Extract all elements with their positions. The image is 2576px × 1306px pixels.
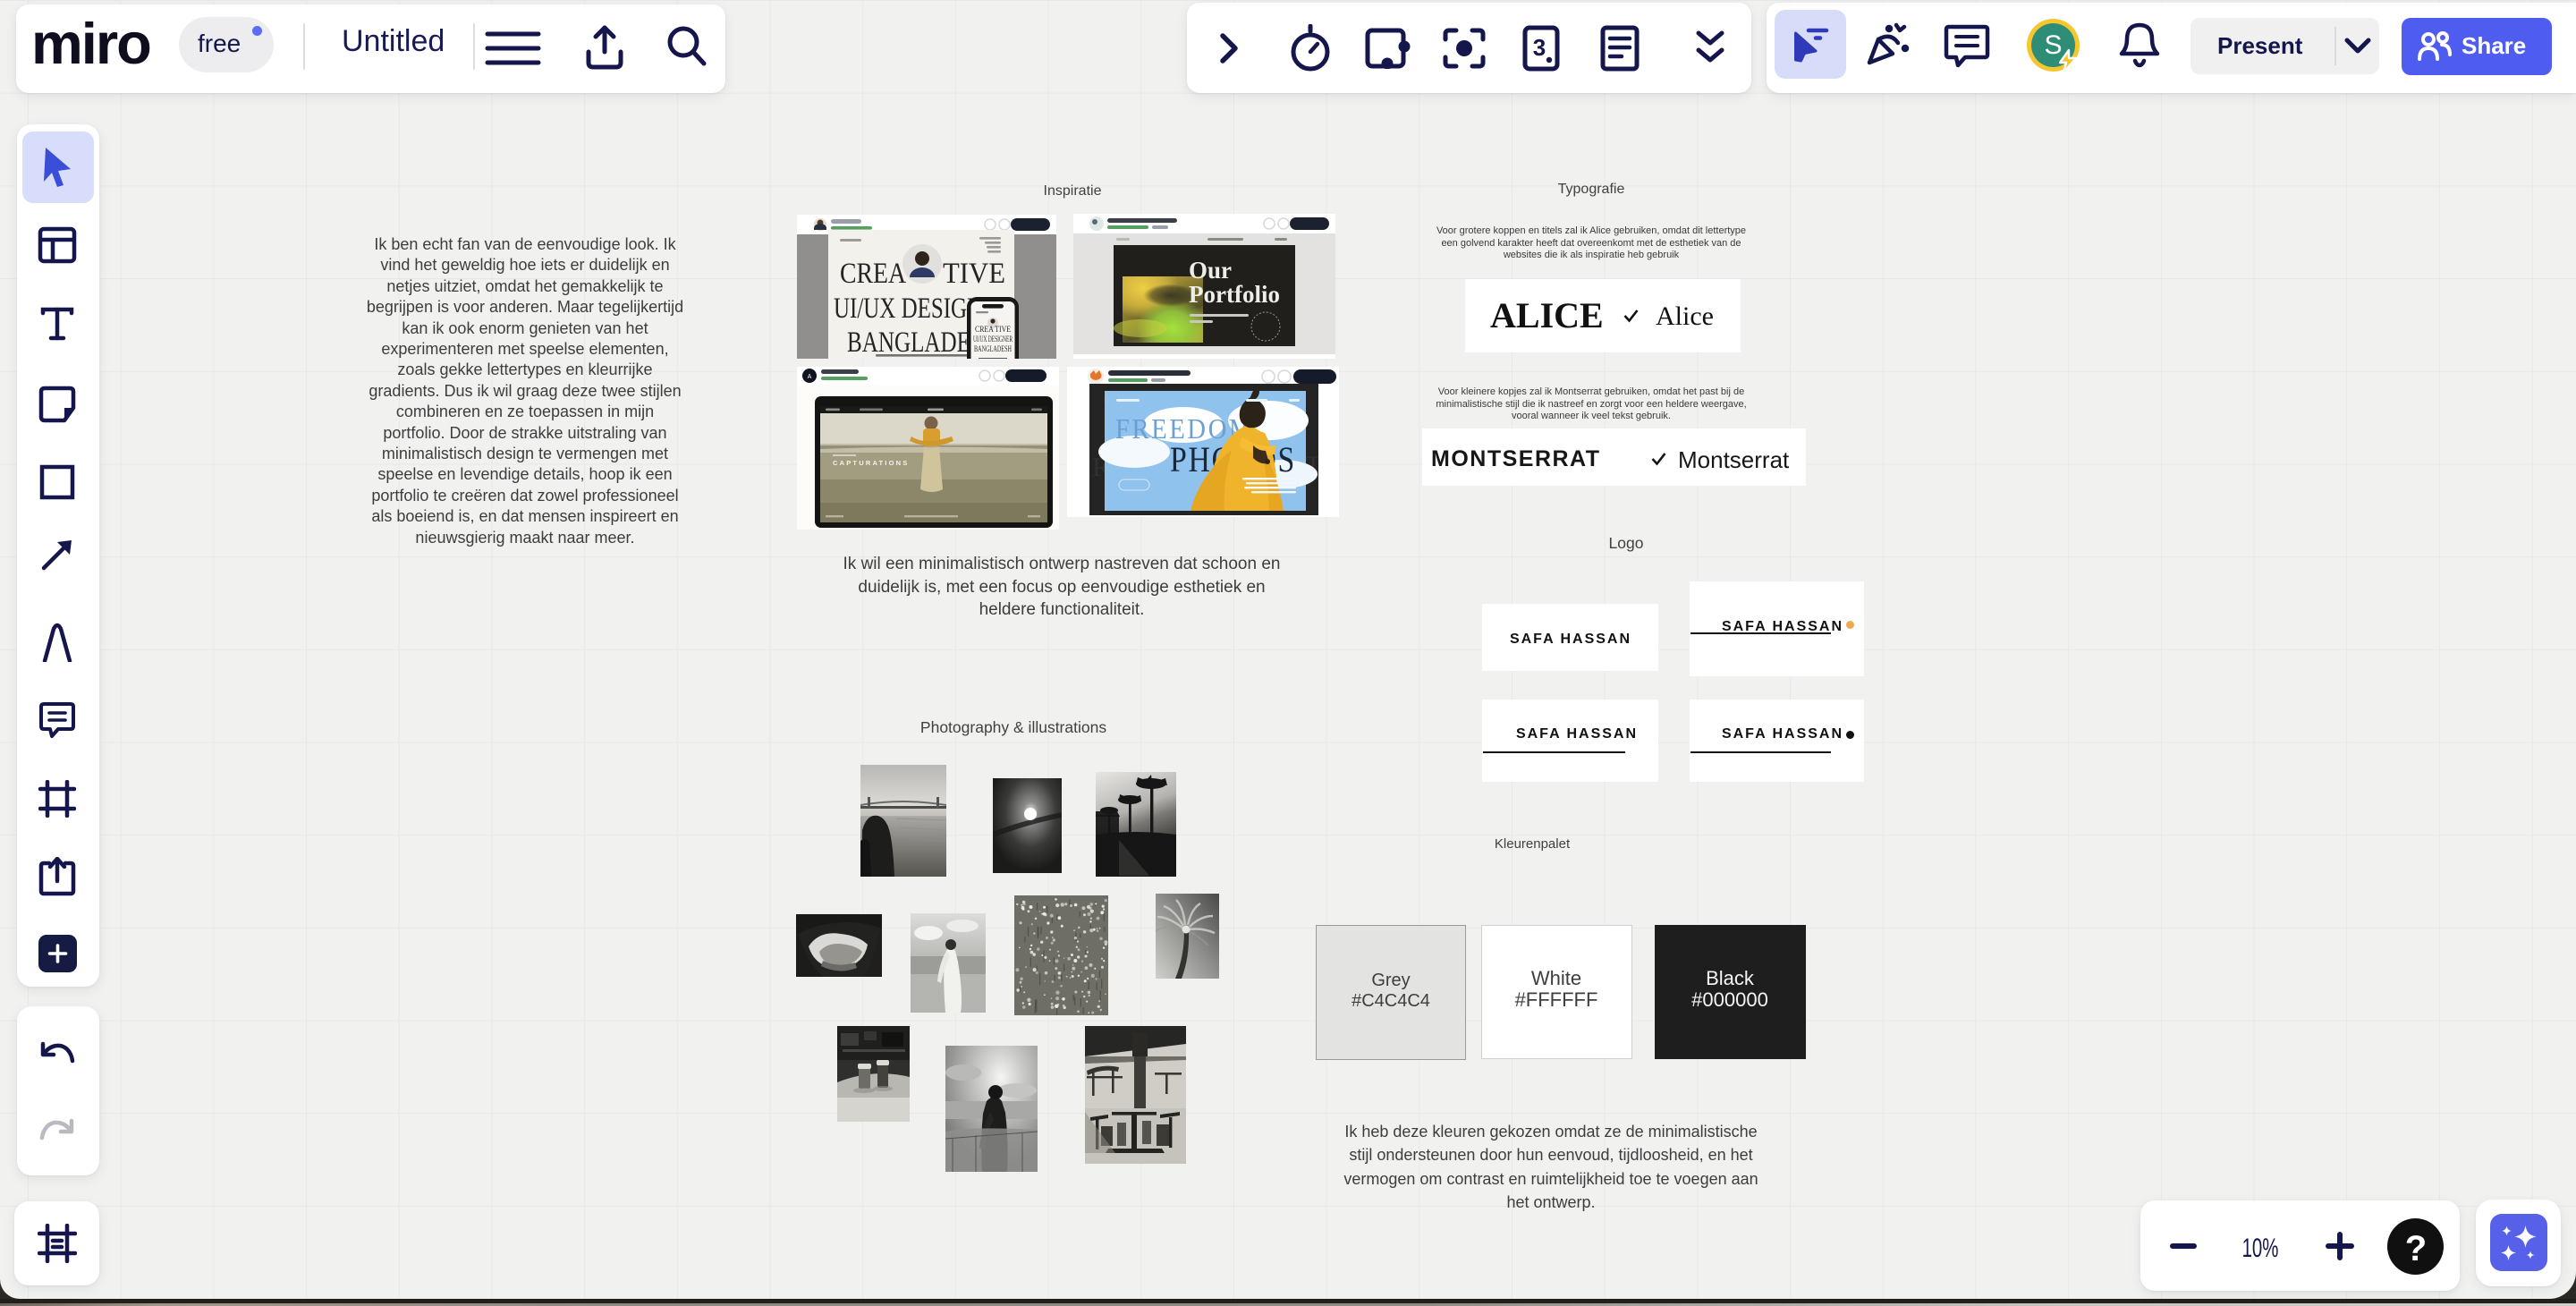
svg-text:A: A [808,374,812,380]
svg-text:Our: Our [1189,257,1232,284]
svg-text:UI/UX DESIGNER: UI/UX DESIGNER [973,335,1013,344]
svg-text:CREA TIVE: CREA TIVE [975,326,1011,335]
svg-text:3: 3 [1533,34,1546,61]
svg-text:CAPTURATIONS: CAPTURATIONS [833,459,909,467]
svg-text:BANGLADESH: BANGLADESH [974,345,1012,354]
svg-text:CREA: CREA [840,258,906,290]
svg-text:TIVE: TIVE [943,258,1005,290]
svg-text:Portfolio: Portfolio [1189,281,1280,308]
